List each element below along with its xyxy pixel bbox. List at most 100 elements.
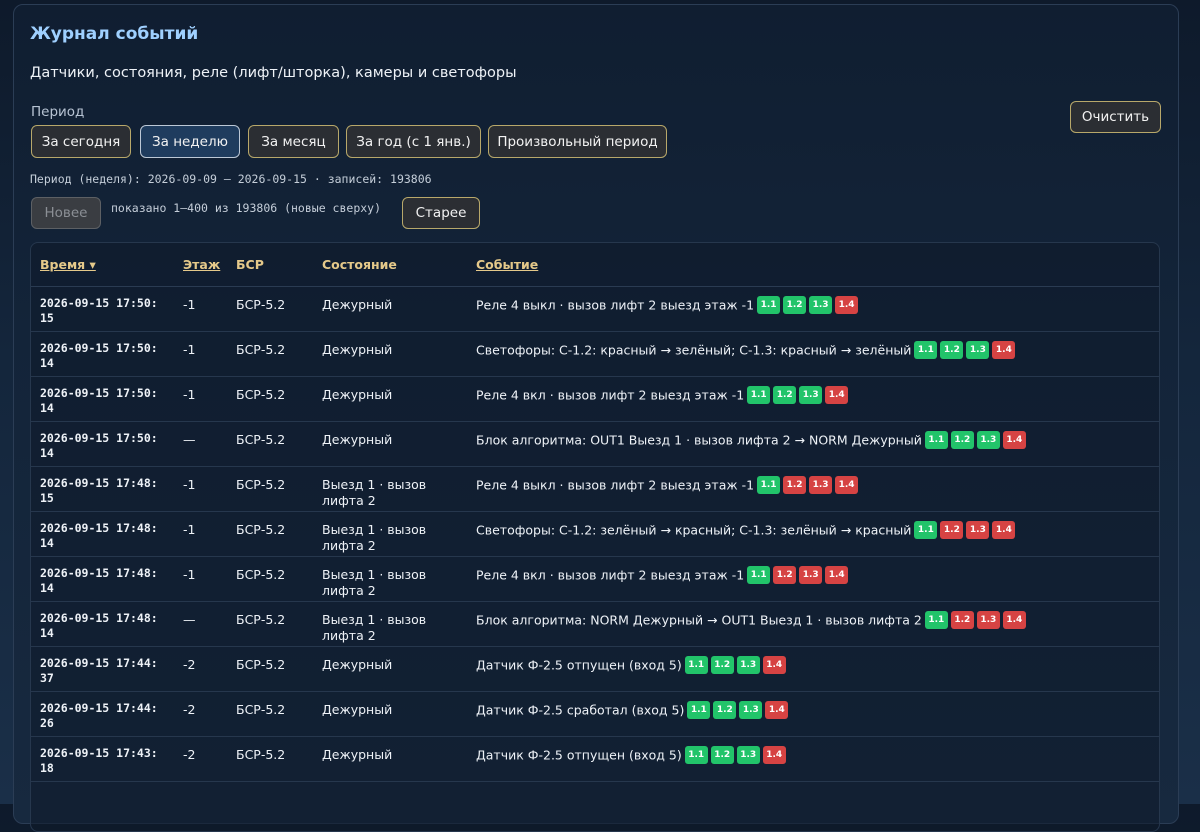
status-badge: 1.3 [739, 700, 763, 719]
event-text: Блок алгоритма: NORM Дежурный → OUT1 Вые… [476, 612, 922, 627]
status-badge: 1.4 [762, 745, 786, 764]
cell-floor: -2 [174, 691, 227, 737]
cell-state: Дежурный [313, 331, 467, 377]
cell-time-text: 2026-09-15 17:50: 15 [40, 295, 158, 325]
col-state-header: Состояние [313, 243, 467, 287]
status-badge: 1.1 [684, 745, 708, 764]
status-badge: 1.1 [757, 295, 781, 314]
status-badge: 1.3 [736, 655, 760, 674]
cell-event: Блок алгоритма: OUT1 Выезд 1 · вызов лиф… [467, 421, 1159, 467]
cell-floor: -1 [174, 556, 227, 602]
cell-time: 2026-09-15 17:50: 15 [31, 286, 174, 332]
status-badge: 1.4 [1002, 430, 1026, 449]
status-badge: 1.3 [736, 745, 760, 764]
status-badge: 1.4 [1002, 610, 1026, 629]
cell-floor: -1 [174, 286, 227, 332]
cell-time-text: 2026-09-15 17:48: 14 [40, 520, 158, 550]
status-badge: 1.3 [966, 340, 990, 359]
status-badge: 1.2 [940, 340, 964, 359]
cell-event: Датчик Ф-2.5 сработал (вход 5) 1.1 1.2 1.3 1… [467, 691, 1159, 737]
status-badge: 1.2 [773, 385, 797, 404]
status-badge: 1.4 [762, 655, 786, 674]
cell-floor: -1 [174, 511, 227, 557]
cell-time: 2026-09-15 17:44: 37 [31, 646, 174, 692]
event-text: Реле 4 выкл · вызов лифт 2 выезд этаж -1 [476, 297, 755, 312]
event-text: Светофоры: С-1.2: зелёный → красный; С-1… [476, 522, 912, 537]
older-button[interactable]: Старее [402, 197, 480, 229]
table-row: 2026-09-15 17:44: 37 -2 БСР-5.2 Дежурный Дат… [31, 646, 1159, 692]
cell-time: 2026-09-15 17:50: 14 [31, 421, 174, 467]
period-week-button[interactable]: За неделю [140, 125, 240, 158]
events-table: Время ▾ Этаж БСР Состояние Событие 2026-… [30, 242, 1160, 832]
event-text: Реле 4 вкл · вызов лифт 2 выезд этаж -1 [476, 567, 745, 582]
status-badge: 1.1 [914, 520, 938, 539]
col-floor-header[interactable]: Этаж [174, 243, 227, 287]
cell-bsr: БСР-5.2 [227, 376, 313, 422]
cell-time-text: 2026-09-15 17:44: 37 [40, 655, 158, 685]
cell-time: 2026-09-15 17:50: 14 [31, 331, 174, 377]
table-row: 2026-09-15 17:43: 18 -2 БСР-5.2 Дежурный Дат… [31, 736, 1159, 782]
cell-time-text: 2026-09-15 17:48: 14 [40, 565, 158, 595]
cell-bsr: БСР-5.2 [227, 511, 313, 557]
event-text: Датчик Ф-2.5 сработал (вход 5) [476, 702, 685, 717]
event-text: Датчик Ф-2.5 отпущен (вход 5) [476, 657, 682, 672]
cell-bsr: БСР-5.2 [227, 601, 313, 647]
cell-state: Дежурный [313, 736, 467, 782]
clear-button[interactable]: Очистить [1070, 101, 1161, 133]
table-row: 2026-09-15 17:48: 15 -1 БСР-5.2 Выезд 1 · в… [31, 466, 1159, 512]
cell-bsr: БСР-5.2 [227, 466, 313, 512]
status-badge: 1.1 [914, 340, 938, 359]
period-month-button[interactable]: За месяц [248, 125, 339, 158]
status-badge: 1.2 [710, 655, 734, 674]
col-time-header[interactable]: Время ▾ [31, 243, 174, 287]
event-log-panel: Журнал событий Датчики, состояния, реле … [13, 4, 1179, 832]
event-text: Реле 4 выкл · вызов лифт 2 выезд этаж -1 [476, 477, 755, 492]
page-subtitle: Датчики, состояния, реле (лифт/шторка), … [30, 65, 517, 81]
status-badge: 1.3 [809, 475, 833, 494]
status-badge: 1.1 [747, 565, 771, 584]
status-badge: 1.2 [783, 475, 807, 494]
cell-time-text: 2026-09-15 17:44: 26 [40, 700, 158, 730]
cell-floor: — [174, 421, 227, 467]
cell-event: Датчик Ф-2.5 отпущен (вход 5) 1.1 1.2 1.3 1.… [467, 736, 1159, 782]
status-badge: 1.3 [976, 430, 1000, 449]
table-header-row: Время ▾ Этаж БСР Состояние Событие [31, 243, 1159, 287]
cell-event: Реле 4 вкл · вызов лифт 2 выезд этаж -1 1… [467, 376, 1159, 422]
cell-floor: — [174, 601, 227, 647]
cell-time: 2026-09-15 17:44: 26 [31, 691, 174, 737]
period-custom-button[interactable]: Произвольный период [488, 125, 667, 158]
cell-time: 2026-09-15 17:48: 14 [31, 556, 174, 602]
col-event-header[interactable]: Событие [467, 243, 1159, 287]
cell-time-text: 2026-09-15 17:48: 14 [40, 610, 158, 640]
status-badge: 1.4 [825, 565, 849, 584]
period-info: Период (неделя): 2026-09-09 — 2026-09-15… [30, 172, 432, 186]
period-today-button[interactable]: За сегодня [31, 125, 131, 158]
cell-state: Дежурный [313, 691, 467, 737]
status-badge: 1.4 [765, 700, 789, 719]
status-badge: 1.1 [924, 610, 948, 629]
table-row: 2026-09-15 17:44: 26 -2 БСР-5.2 Дежурный Дат… [31, 691, 1159, 737]
period-year-button[interactable]: За год (с 1 янв.) [346, 125, 481, 158]
cell-time-text: 2026-09-15 17:50: 14 [40, 430, 158, 460]
cell-state: Дежурный [313, 286, 467, 332]
status-badge: 1.2 [783, 295, 807, 314]
table-row: 2026-09-15 17:48: 14 — БСР-5.2 Выезд 1 · вы… [31, 601, 1159, 647]
cell-event: Светофоры: С-1.2: зелёный → красный; С-1… [467, 511, 1159, 557]
status-badge: 1.4 [835, 295, 859, 314]
cell-time-text: 2026-09-15 17:43: 18 [40, 745, 158, 775]
status-badge: 1.3 [809, 295, 833, 314]
newer-button[interactable]: Новее [31, 197, 101, 229]
pager-shown-info: показано 1–400 из 193806 (новые сверху) [111, 201, 382, 215]
cell-state: Выезд 1 · вызов лифта 2 [313, 511, 467, 557]
cell-bsr: БСР-5.2 [227, 556, 313, 602]
cell-state: Выезд 1 · вызов лифта 2 [313, 556, 467, 602]
cell-state: Дежурный [313, 421, 467, 467]
cell-floor: -1 [174, 466, 227, 512]
status-badge: 1.4 [992, 340, 1016, 359]
table-row: 2026-09-15 17:50: 14 -1 БСР-5.2 Дежурный Све… [31, 331, 1159, 377]
status-badge: 1.3 [966, 520, 990, 539]
status-badge: 1.2 [710, 745, 734, 764]
event-text: Блок алгоритма: OUT1 Выезд 1 · вызов лиф… [476, 432, 922, 447]
cell-bsr: БСР-5.2 [227, 691, 313, 737]
cell-event: Реле 4 вкл · вызов лифт 2 выезд этаж -1 1… [467, 556, 1159, 602]
